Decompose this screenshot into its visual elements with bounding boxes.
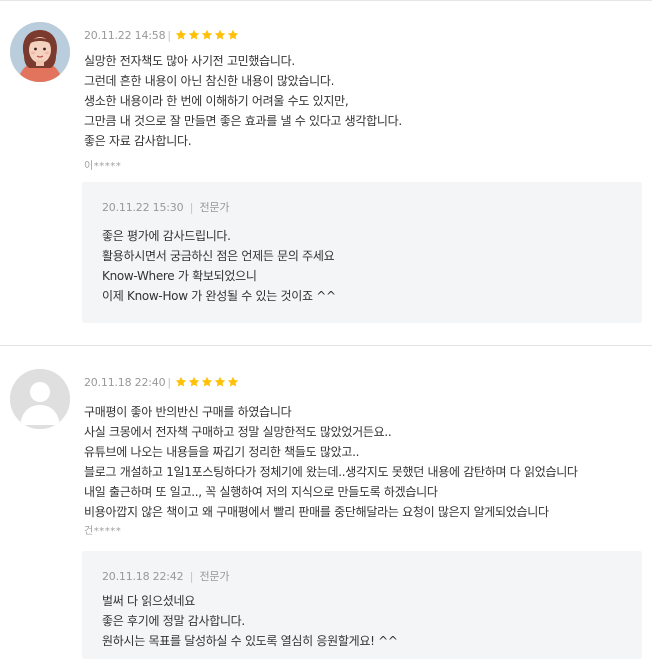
reply-line: 좋은 후기에 정말 감사합니다. — [102, 614, 245, 628]
star-icon — [188, 376, 200, 387]
reply-date: 20.11.22 15:30 — [102, 201, 184, 214]
meta-separator: | — [167, 28, 171, 42]
star-icon — [227, 376, 239, 387]
star-icon — [201, 376, 213, 387]
reply-text: 좋은 평가에 감사드립니다. 활용하시면서 궁금하신 점은 언제든 문의 주세요… — [102, 226, 336, 306]
review-line: 사실 크몽에서 전자책 구매하고 정말 실망한적도 많았었거든요.. — [84, 425, 392, 439]
default-user-icon — [10, 369, 70, 429]
review-date: 20.11.22 14:58 — [84, 28, 166, 42]
avatar[interactable] — [10, 369, 70, 429]
star-icon — [175, 29, 187, 40]
review-line: 그런데 흔한 내용이 아닌 참신한 내용이 많았습니다. — [84, 74, 335, 88]
star-icon — [227, 29, 239, 40]
review-meta: 20.11.22 14:58 | — [84, 27, 240, 43]
meta-separator: | — [189, 201, 194, 214]
reply-line: 이제 Know-How 가 완성될 수 있는 것이죠 ^^ — [102, 289, 336, 303]
user-photo-icon — [10, 22, 70, 82]
review-item: 20.11.22 14:58 | 실망한 전자책도 많아 사기전 고민했습니다.… — [0, 0, 652, 342]
review-author: 이***** — [84, 161, 122, 172]
review-meta: 20.11.18 22:40 | — [84, 374, 240, 390]
review-text: 구매평이 좋아 반의반신 구매를 하였습니다 사실 크몽에서 전자책 구매하고 … — [84, 402, 644, 522]
review-item: 20.11.18 22:40 | 구매평이 좋아 반의반신 구매를 하였습니다 … — [0, 345, 652, 660]
reply-role: 전문가 — [199, 201, 230, 214]
review-line: 그만큼 내 것으로 잘 만들면 좋은 효과를 낼 수 있다고 생각합니다. — [84, 114, 402, 128]
expert-reply: 20.11.22 15:30 | 전문가 좋은 평가에 감사드립니다. 활용하시… — [82, 182, 642, 323]
avatar[interactable] — [10, 22, 70, 82]
review-line: 유튜브에 나오는 내용들을 짜깁기 정리한 책들도 많았고.. — [84, 445, 360, 459]
reply-date: 20.11.18 22:42 — [102, 570, 184, 583]
reply-line: Know-Where 가 확보되었으니 — [102, 269, 257, 283]
expert-reply: 20.11.18 22:42 | 전문가 벌써 다 읽으셨네요 좋은 후기에 정… — [82, 551, 642, 659]
review-line: 비용아깝지 않은 책이고 왜 구매평에서 빨리 판매를 중단해달라는 요청이 많… — [84, 505, 549, 519]
star-icon — [214, 29, 226, 40]
reply-line: 원하시는 목표를 달성하실 수 있도록 열심히 응원할게요! ^^ — [102, 634, 398, 648]
star-icon — [201, 29, 213, 40]
review-line: 블로그 개설하고 1일1포스팅하다가 정체기에 왔는데..생각지도 못했던 내용… — [84, 465, 578, 479]
review-line: 좋은 자료 감사합니다. — [84, 134, 192, 148]
star-icon — [188, 29, 200, 40]
meta-separator: | — [167, 375, 171, 389]
review-date: 20.11.18 22:40 — [84, 375, 166, 389]
review-line: 실망한 전자책도 많아 사기전 고민했습니다. — [84, 54, 295, 68]
star-rating — [175, 29, 240, 41]
review-author: 건***** — [84, 526, 122, 537]
review-text: 실망한 전자책도 많아 사기전 고민했습니다. 그런데 흔한 내용이 아닌 참신… — [84, 51, 644, 151]
meta-separator: | — [189, 570, 194, 583]
reply-text: 벌써 다 읽으셨네요 좋은 후기에 정말 감사합니다. 원하시는 목표를 달성하… — [102, 591, 398, 651]
reply-line: 좋은 평가에 감사드립니다. — [102, 229, 231, 243]
review-line: 구매평이 좋아 반의반신 구매를 하였습니다 — [84, 405, 292, 419]
reply-line: 벌써 다 읽으셨네요 — [102, 594, 195, 608]
review-line: 생소한 내용이라 한 번에 이해하기 어려울 수도 있지만, — [84, 94, 349, 108]
reply-meta: 20.11.22 15:30 | 전문가 — [102, 199, 229, 215]
reply-line: 활용하시면서 궁금하신 점은 언제든 문의 주세요 — [102, 249, 335, 263]
star-rating — [175, 376, 240, 388]
review-line: 내일 출근하며 또 일고.., 꼭 실행하여 저의 지식으로 만들도록 하겠습니… — [84, 485, 438, 499]
star-icon — [214, 376, 226, 387]
star-icon — [175, 376, 187, 387]
reply-role: 전문가 — [199, 570, 230, 583]
reply-meta: 20.11.18 22:42 | 전문가 — [102, 568, 229, 584]
